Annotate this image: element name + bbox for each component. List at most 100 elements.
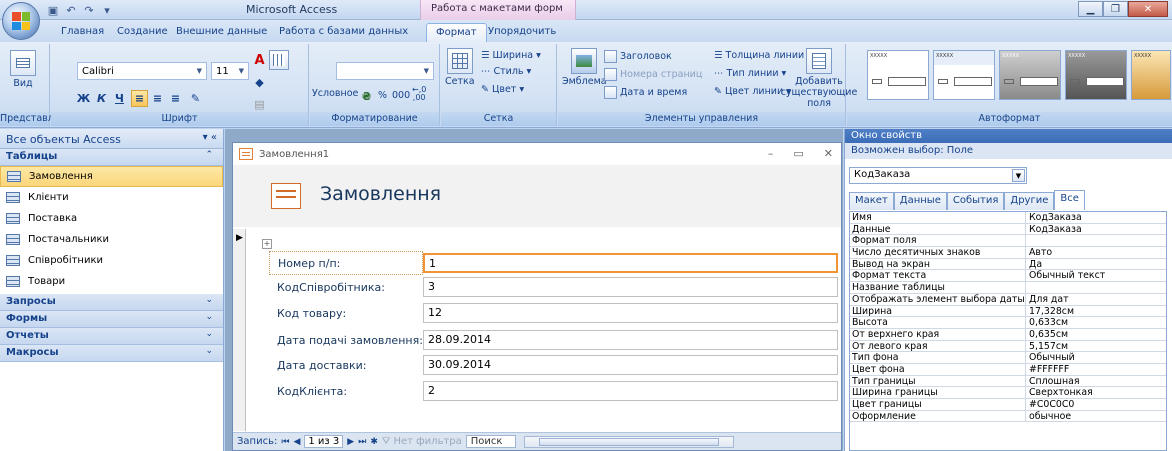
property-value[interactable]: Обычный [1026, 352, 1166, 363]
autoformat-option-1[interactable]: XXXXX [867, 50, 929, 100]
field-value-input[interactable]: 3 [423, 277, 838, 297]
property-row[interactable]: Название таблицы [850, 282, 1166, 294]
minimize-button[interactable]: ▁ [1078, 1, 1103, 17]
font-color-button[interactable]: A [251, 52, 268, 69]
last-record-icon[interactable]: ⏭ [358, 437, 366, 447]
nav-header[interactable]: Все объекты Access ▾ « [0, 129, 223, 149]
first-record-icon[interactable]: ⏮ [281, 437, 289, 447]
field-label[interactable]: Дата подачі замовлення: [269, 328, 423, 352]
tab-arrange[interactable]: Упорядочить [479, 23, 565, 42]
nav-section-queries[interactable]: Запросы ⌄ [0, 294, 223, 311]
field-value-input[interactable]: 2 [423, 381, 838, 401]
bold-button[interactable]: Ж [75, 90, 92, 107]
currency-button[interactable]: ₴ [358, 88, 375, 105]
tab-database-tools[interactable]: Работа с базами данных [270, 23, 417, 42]
property-value[interactable]: Сверхтонкая [1026, 387, 1166, 398]
nav-table-item[interactable]: Співробітники [0, 250, 223, 271]
tab-external-data[interactable]: Внешние данные [167, 23, 276, 42]
nav-table-item[interactable]: Замовлення [0, 166, 223, 187]
property-row[interactable]: Число десятичных знаков Авто [850, 247, 1166, 259]
tab-data[interactable]: Данные [893, 192, 947, 210]
property-value[interactable]: Авто [1026, 247, 1166, 258]
nav-table-item[interactable]: Клієнти [0, 187, 223, 208]
grid-width-button[interactable]: ☰ Ширина ▾ [481, 50, 541, 61]
date-time-button[interactable]: Дата и время [604, 86, 687, 99]
search-input[interactable]: Поиск [465, 435, 516, 448]
property-value[interactable]: #FFFFFF [1026, 364, 1166, 375]
tab-other[interactable]: Другие [1004, 192, 1055, 210]
property-value[interactable]: Да [1026, 259, 1166, 270]
customize-qat-icon[interactable]: ▾ [100, 3, 114, 17]
field-label[interactable]: Номер п/п: [269, 251, 423, 275]
field-label[interactable]: Код товару: [269, 301, 423, 325]
decimals-buttons[interactable]: ←,0,00 [412, 86, 426, 102]
property-value[interactable]: КодЗаказа [1026, 224, 1166, 235]
next-record-icon[interactable]: ▶ [347, 437, 354, 447]
horizontal-scrollbar[interactable] [523, 435, 734, 448]
property-row[interactable]: Вывод на экран Да [850, 258, 1166, 271]
font-name-combo[interactable]: Calibri ▼ [77, 62, 207, 80]
field-label[interactable]: КодСпівробітника: [269, 275, 423, 299]
underline-button[interactable]: Ч [111, 90, 128, 107]
scroll-thumb[interactable] [538, 437, 719, 446]
gridlines-mini-button[interactable] [269, 50, 289, 72]
property-value[interactable]: Обычный текст [1026, 270, 1166, 282]
grid-style-button[interactable]: ⋯ Стиль ▾ [481, 66, 531, 77]
tab-all[interactable]: Все [1054, 190, 1085, 210]
nav-controls[interactable]: ▾ « [203, 132, 217, 143]
property-row[interactable]: Имя КодЗаказа [850, 212, 1166, 224]
nav-table-item[interactable]: Поставка [0, 208, 223, 229]
form-logo-icon[interactable] [271, 183, 301, 209]
field-value-input[interactable]: 30.09.2014 [423, 355, 838, 375]
fill-color-button[interactable]: ◆ [251, 74, 268, 91]
object-selector[interactable]: КодЗаказа ▼ [849, 167, 1027, 184]
record-selector[interactable]: ▶ [233, 229, 246, 431]
nav-table-item[interactable]: Постачальники [0, 229, 223, 250]
property-value[interactable] [1026, 235, 1166, 246]
autoformat-option-2[interactable]: XXXXX [933, 50, 995, 100]
property-row[interactable]: Тип границы Сплошная [850, 375, 1166, 388]
view-button[interactable]: Вид [10, 50, 36, 89]
emblem-button[interactable]: Эмблема [562, 48, 607, 87]
property-value[interactable]: #C0C0C0 [1026, 399, 1166, 410]
new-record-icon[interactable]: ✱ [370, 437, 378, 447]
tab-layout[interactable]: Макет [849, 192, 894, 210]
format-painter-icon[interactable]: ✎ [187, 90, 204, 107]
autoformat-option-3[interactable]: XXXXX [999, 50, 1061, 100]
property-value[interactable]: 17,328см [1026, 306, 1166, 317]
property-value[interactable] [1026, 282, 1166, 293]
maximize-icon[interactable]: ▭ [793, 147, 803, 160]
close-icon[interactable]: ✕ [824, 147, 833, 160]
property-value[interactable]: Сплошная [1026, 376, 1166, 387]
property-value[interactable]: Для дат [1026, 294, 1166, 305]
property-row[interactable]: Формат текста Обычный текст [850, 270, 1166, 283]
field-value-input[interactable]: 1 [423, 253, 838, 273]
layout-move-handle[interactable]: + [262, 239, 272, 249]
nav-section-macros[interactable]: Макросы ⌄ [0, 345, 223, 362]
property-row[interactable]: От верхнего края 0,635см [850, 328, 1166, 341]
field-value-input[interactable]: 28.09.2014 [423, 330, 838, 350]
property-row[interactable]: Оформление обычное [850, 410, 1166, 423]
property-row[interactable]: Тип фона Обычный [850, 352, 1166, 364]
number-format-combo[interactable]: ▼ [336, 62, 434, 80]
tab-format[interactable]: Формат [426, 23, 487, 43]
redo-icon[interactable]: ↷ [82, 3, 96, 17]
align-right-button[interactable]: ≡ [167, 90, 184, 107]
property-row[interactable]: От левого края 5,157см [850, 340, 1166, 353]
office-button[interactable] [2, 2, 40, 40]
prev-record-icon[interactable]: ◀ [293, 437, 300, 447]
autoformat-option-5[interactable]: XXXXX [1131, 50, 1171, 100]
property-value[interactable]: обычное [1026, 411, 1166, 422]
thousands-button[interactable]: 000 [392, 90, 410, 101]
property-row[interactable]: Ширина 17,328см [850, 305, 1166, 318]
minimize-icon[interactable]: – [768, 147, 774, 160]
property-row[interactable]: Формат поля [850, 235, 1166, 248]
property-value[interactable]: 0,635см [1026, 329, 1166, 340]
property-row[interactable]: Отображать элемент выбора даты Для дат [850, 293, 1166, 306]
align-center-button[interactable]: ≡ [149, 90, 166, 107]
close-button[interactable]: ✕ [1128, 1, 1168, 17]
restore-button[interactable]: ❐ [1103, 1, 1128, 17]
italic-button[interactable]: К [93, 90, 110, 107]
current-record-field[interactable]: 1 из 3 [304, 435, 344, 448]
property-row[interactable]: Цвет границы #C0C0C0 [850, 399, 1166, 411]
